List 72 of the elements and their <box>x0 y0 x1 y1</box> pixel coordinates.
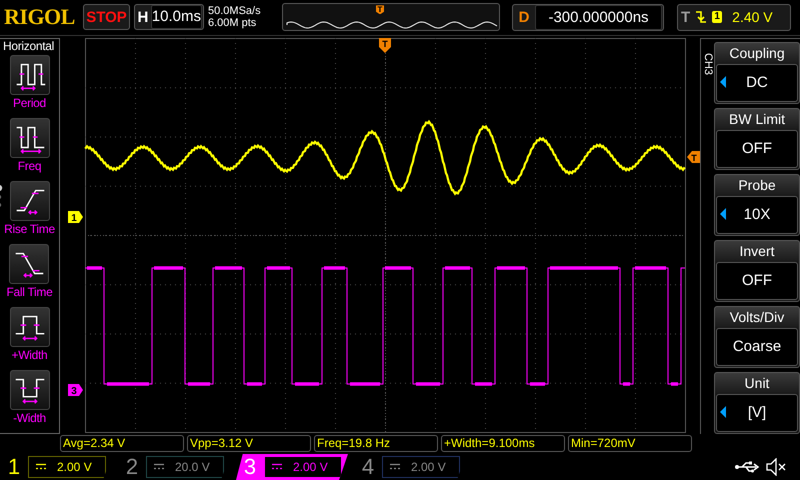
dc-coupling-icon <box>153 463 165 471</box>
memory-depth: 6.00M pts <box>208 17 258 30</box>
speaker-muted-icon <box>766 458 788 476</box>
channel-scale: 20.0 V <box>175 460 210 474</box>
channel-number: 1 <box>6 454 22 480</box>
menu-button[interactable]: BW Limit OFF <box>714 108 800 170</box>
delay-value: -300.000000ns <box>535 4 662 30</box>
menu-title: Horizontal <box>2 38 56 53</box>
channel-number: 2 <box>124 454 140 480</box>
measurement-readout: Vpp=3.12 V <box>187 435 311 452</box>
measure-label: Rise Time <box>4 222 55 236</box>
menu-button-value: OFF <box>742 272 772 290</box>
channel-scale: 2.00 V <box>293 460 328 474</box>
channel-tab[interactable]: 3 2.00 V <box>236 454 348 480</box>
menu-button[interactable]: Probe 10X <box>714 174 800 236</box>
measure-label: +Width <box>12 348 48 362</box>
trigger-level: 2.40 V <box>732 9 773 26</box>
menu-button-value: OFF <box>742 140 772 158</box>
channel-number: 4 <box>360 454 376 480</box>
measurement-readout: Avg=2.34 V <box>60 435 184 452</box>
menu-button[interactable]: Invert OFF <box>714 240 800 302</box>
timebase-label: H <box>136 8 150 26</box>
trigger-position-marker: T <box>376 5 384 14</box>
trigger-marker: T <box>379 38 391 53</box>
measure-label: -Width <box>13 410 46 425</box>
timebase-value: 10.0ms <box>150 5 202 30</box>
trigger-marker: T <box>687 150 700 163</box>
menu-button-value: DC <box>746 74 768 92</box>
channel-marker: 1 <box>68 210 83 224</box>
dc-coupling-icon <box>271 463 283 471</box>
measure-button[interactable] <box>10 180 50 221</box>
run-stop-button[interactable]: STOP <box>83 4 130 30</box>
menu-button[interactable]: Coupling DC <box>714 42 800 104</box>
menu-button-title: Probe <box>738 176 776 195</box>
menu-button-value: [V] <box>748 404 766 422</box>
measure-button[interactable] <box>10 54 50 95</box>
trigger-source: 1 <box>712 11 722 24</box>
measure-button[interactable] <box>9 244 50 284</box>
menu-button[interactable]: Unit [V] <box>714 372 800 434</box>
measure-label: Fall Time <box>6 284 52 299</box>
delay-control[interactable]: D -300.000000ns <box>512 4 664 31</box>
measure-label: Freq <box>18 158 42 173</box>
timebase-control[interactable]: H 10.0ms <box>134 4 204 30</box>
channel-label: CH3 <box>701 52 714 77</box>
measure-button[interactable] <box>10 118 50 158</box>
sample-rate: 50.0MSa/s <box>208 5 262 18</box>
menu-button-value: 10X <box>744 206 770 224</box>
measurement-readout: Freq=19.8 Hz <box>314 435 438 452</box>
dc-coupling-icon <box>389 463 401 471</box>
trigger-label: T <box>681 8 690 26</box>
menu-button[interactable]: Volts/Div Coarse <box>714 306 800 368</box>
dc-coupling-icon <box>35 463 47 471</box>
delay-label: D <box>518 8 530 26</box>
channel-scale: 2.00 V <box>411 460 446 474</box>
measurement-readout: +Width=9.100ms <box>441 435 565 452</box>
menu-button-title: BW Limit <box>729 110 785 129</box>
menu-button-title: Unit <box>744 374 770 393</box>
measure-label: Period <box>13 96 46 110</box>
measurement-readout: Min=720mV <box>568 435 692 452</box>
menu-button-value: Coarse <box>732 338 782 356</box>
usb-icon <box>734 460 760 474</box>
channel-marker: 3 <box>68 384 83 397</box>
falling-edge-icon <box>694 9 708 26</box>
menu-button-title: Coupling <box>729 44 785 63</box>
menu-button-title: Volts/Div <box>730 308 784 327</box>
menu-button-title: Invert <box>739 242 774 261</box>
brand-logo: RIGOL <box>4 4 76 30</box>
measure-button[interactable] <box>10 306 50 347</box>
channel-number: 3 <box>242 454 258 480</box>
channel-scale: 2.00 V <box>57 460 92 474</box>
trigger-control[interactable]: T 1 2.40 V <box>677 4 791 31</box>
measure-button[interactable] <box>10 370 50 410</box>
